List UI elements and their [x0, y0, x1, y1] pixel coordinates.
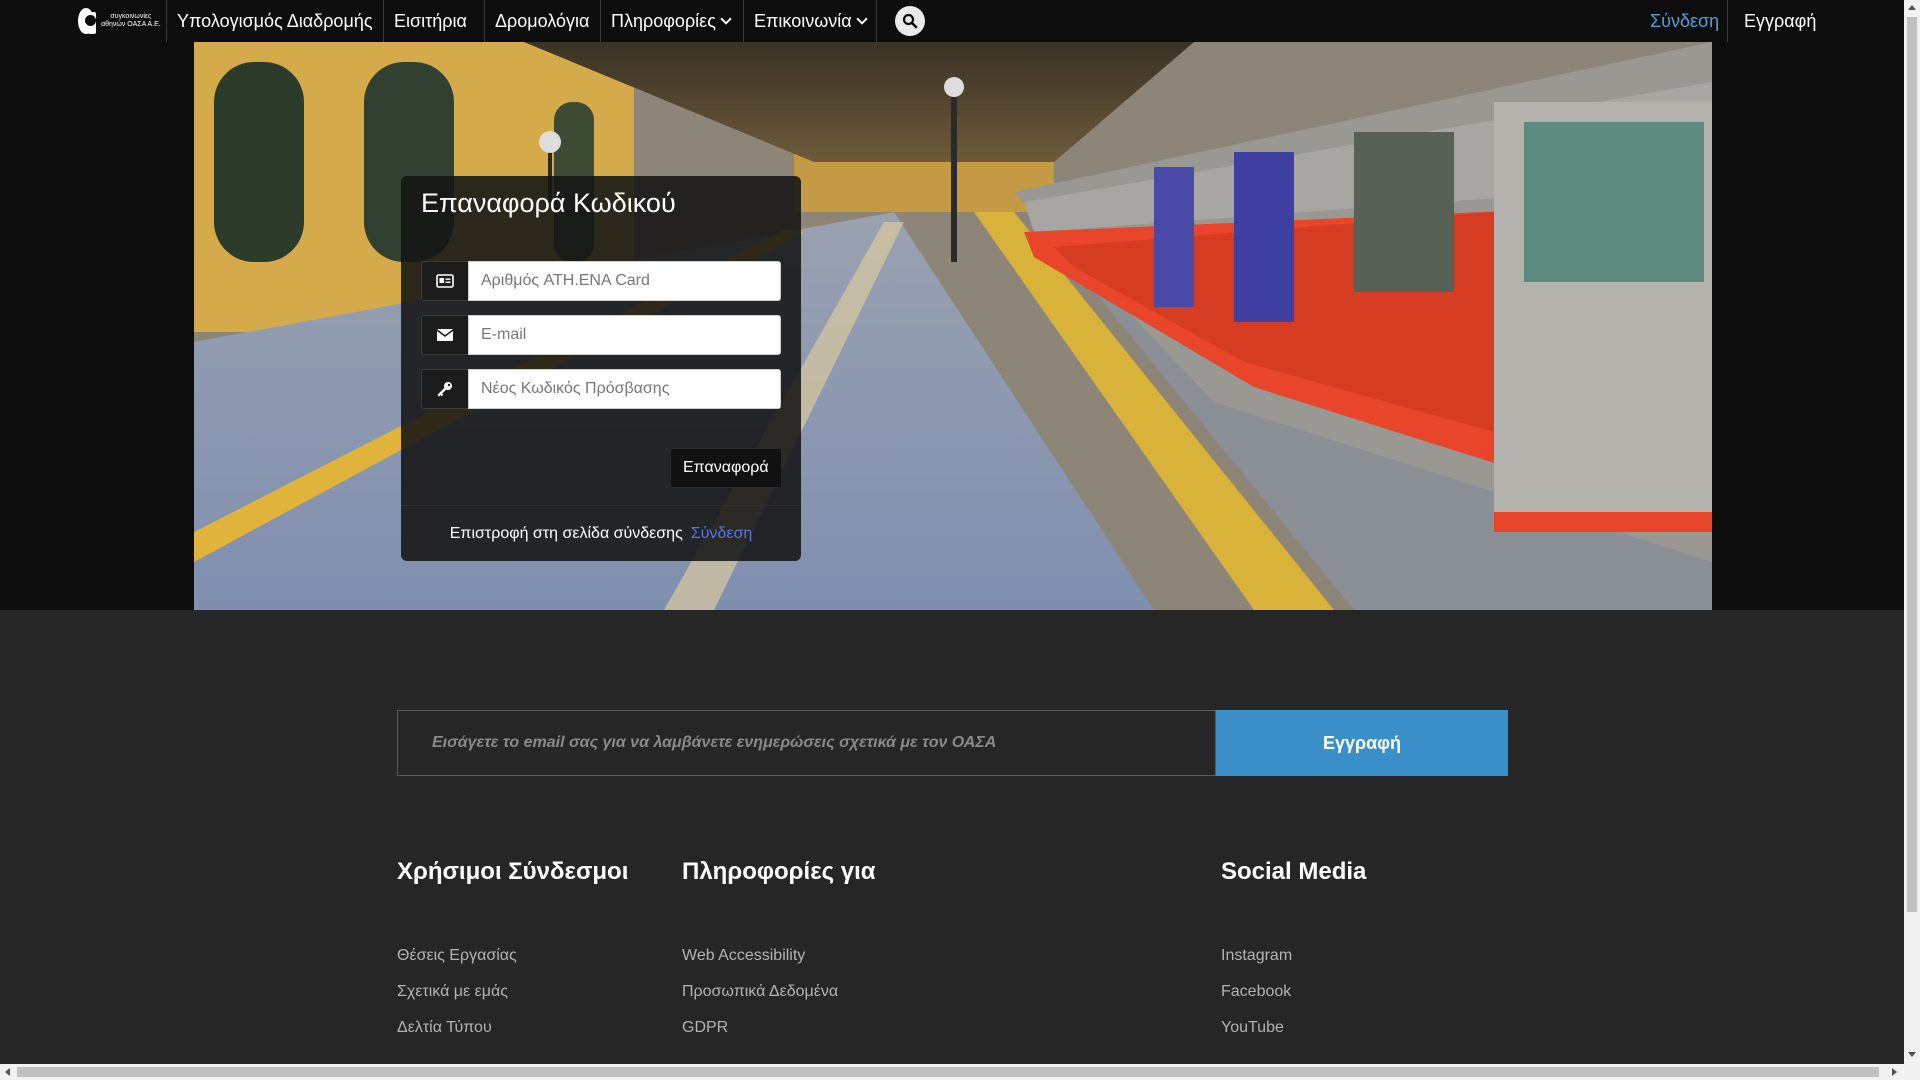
login-link[interactable]: Σύνδεση: [1640, 0, 1729, 42]
new-password-row: [421, 369, 781, 409]
register-link[interactable]: Εγγραφή: [1727, 0, 1832, 42]
new-password-input[interactable]: [468, 369, 781, 409]
search-button[interactable]: [895, 6, 925, 36]
top-navbar: συγκοινωνίες αθηνών ΟΑΣΑ Α.Ε. Υπολογισμό…: [0, 0, 1904, 42]
footer-heading: Social Media: [1221, 858, 1367, 885]
vertical-scrollbar[interactable]: [1904, 0, 1920, 1080]
scroll-up-arrow-icon[interactable]: [1908, 5, 1916, 10]
envelope-icon: [421, 315, 468, 355]
back-to-login-text: Επιστροφή στη σελίδα σύνδεσης: [449, 524, 683, 542]
nav-label: Υπολογισμός Διαδρομής: [177, 10, 373, 31]
nav-route-planner[interactable]: Υπολογισμός Διαδρομής: [166, 0, 383, 42]
nav-label: Δρομολόγια: [495, 10, 590, 31]
nav-information[interactable]: Πληροφορίες: [600, 0, 740, 42]
email-input[interactable]: [468, 315, 781, 355]
nav-label: Εισιτήρια: [394, 10, 467, 31]
key-icon: [421, 369, 468, 409]
footer-link-about[interactable]: Σχετικά με εμάς: [397, 982, 628, 1002]
oasa-logo[interactable]: συγκοινωνίες αθηνών ΟΑΣΑ Α.Ε.: [78, 5, 162, 37]
id-card-icon: [421, 261, 468, 301]
email-row: [421, 315, 781, 355]
chevron-down-icon: [720, 12, 732, 25]
scroll-left-arrow-icon[interactable]: [5, 1068, 10, 1076]
newsletter-email-input[interactable]: [397, 710, 1216, 776]
nav-schedules[interactable]: Δρομολόγια: [484, 0, 599, 42]
card-number-input[interactable]: [468, 261, 781, 301]
footer-social: Social Media Instagram Facebook YouTube: [1221, 858, 1366, 1054]
vertical-scroll-thumb[interactable]: [1907, 17, 1917, 912]
nav-label: Πληροφορίες: [611, 10, 716, 31]
card-number-row: [421, 261, 781, 301]
footer-link-personal-data[interactable]: Προσωπικά Δεδομένα: [682, 982, 876, 1002]
footer-link-facebook[interactable]: Facebook: [1221, 982, 1366, 1002]
back-to-login-link[interactable]: Σύνδεση: [691, 525, 752, 543]
oasa-logo-icon: [78, 8, 96, 34]
scroll-right-arrow-icon[interactable]: [1892, 1068, 1897, 1076]
footer-info: Πληροφορίες για Web Accessibility Προσωπ…: [682, 858, 876, 1054]
horizontal-scroll-thumb[interactable]: [17, 1067, 1879, 1077]
footer-link-press[interactable]: Δελτία Τύπου: [397, 1018, 628, 1038]
panel-title: Επαναφορά Κωδικού: [421, 188, 676, 218]
nav-label: Επικοινωνία: [754, 10, 852, 31]
nav-contact[interactable]: Επικοινωνία: [743, 0, 877, 42]
footer-link-careers[interactable]: Θέσεις Εργασίας: [397, 946, 628, 966]
nav-tickets[interactable]: Εισιτήρια: [383, 0, 477, 42]
footer-heading: Χρήσιμοι Σύνδεσμοι: [397, 858, 629, 885]
footer-useful-links: Χρήσιμοι Σύνδεσμοι Θέσεις Εργασίας Σχετι…: [397, 858, 628, 1054]
newsletter-subscribe-button[interactable]: Εγγραφή: [1216, 710, 1508, 776]
chevron-down-icon: [856, 12, 868, 25]
scroll-down-arrow-icon[interactable]: [1908, 1052, 1916, 1057]
logo-text: συγκοινωνίες αθηνών ΟΑΣΑ Α.Ε.: [101, 13, 161, 28]
footer-link-youtube[interactable]: YouTube: [1221, 1018, 1366, 1038]
search-icon: [902, 13, 918, 29]
panel-footer: Επιστροφή στη σελίδα σύνδεσης Σύνδεση: [401, 505, 801, 561]
horizontal-scrollbar[interactable]: [0, 1064, 1904, 1080]
reset-password-panel: Επαναφορά Κωδικού Επαναφορά Επιστροφή στ…: [401, 176, 801, 561]
reset-button[interactable]: Επαναφορά: [670, 448, 782, 488]
footer-link-accessibility[interactable]: Web Accessibility: [682, 946, 876, 966]
footer-link-instagram[interactable]: Instagram: [1221, 946, 1366, 966]
newsletter-form: Εγγραφή: [397, 710, 1508, 776]
footer-heading: Πληροφορίες για: [682, 858, 876, 885]
footer-link-gdpr[interactable]: GDPR: [682, 1018, 876, 1038]
